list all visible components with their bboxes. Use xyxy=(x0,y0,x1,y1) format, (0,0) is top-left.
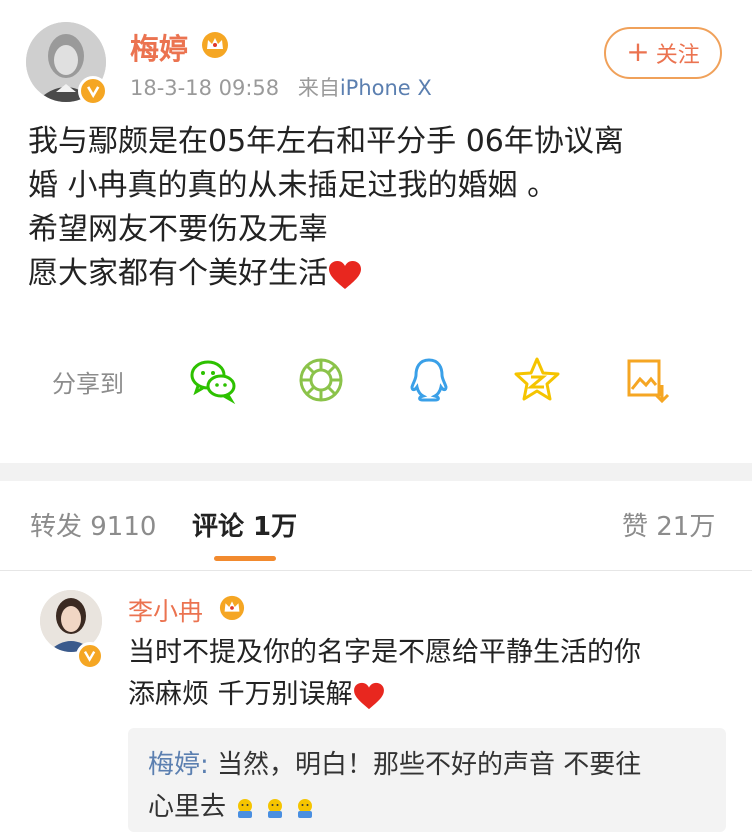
active-tab-indicator xyxy=(214,556,276,561)
doge-emoji-icon xyxy=(268,798,283,818)
section-divider xyxy=(0,463,752,481)
wechat-icon[interactable] xyxy=(188,355,238,405)
comment-line-last: 添麻烦 千万别误解 xyxy=(128,674,728,716)
commenter-name[interactable]: 李小冉 xyxy=(128,592,203,628)
save-image-icon[interactable] xyxy=(622,355,672,405)
post-time: 18-3-18 09:58 xyxy=(130,76,280,100)
post-source[interactable]: iPhone X xyxy=(340,76,432,100)
follow-button[interactable]: + 关注 xyxy=(604,27,722,79)
reply-body: 梅婷: 当然，明白！那些不好的声音 不要往 心里去 xyxy=(148,744,708,828)
moments-icon[interactable] xyxy=(296,355,346,405)
post-author-name[interactable]: 梅婷 xyxy=(130,26,188,68)
plus-icon: + xyxy=(626,34,650,68)
reply-line-text: 心里去 xyxy=(148,792,227,822)
tab-comments[interactable]: 评论 1万 xyxy=(192,506,297,543)
post-meta: 18-3-18 09:58 来自iPhone X xyxy=(130,72,432,102)
doge-emoji-icon xyxy=(238,798,253,818)
post-line-last: 愿大家都有个美好生活 xyxy=(28,252,728,296)
heart-emoji-icon xyxy=(329,260,361,289)
post-line: 我与鄢颇是在05年左右和平分手 06年协议离 xyxy=(28,124,624,159)
reply-author[interactable]: 梅婷: xyxy=(148,750,209,780)
post-body: 我与鄢颇是在05年左右和平分手 06年协议离 婚 小冉真的真的从未插足过我的婚姻… xyxy=(28,120,728,296)
post-source-prefix: 来自 xyxy=(297,76,340,100)
tab-repost[interactable]: 转发 9110 xyxy=(30,506,156,543)
comment-body: 当时不提及你的名字是不愿给平静生活的你 添麻烦 千万别误解 xyxy=(128,632,728,716)
tabs-divider xyxy=(0,570,752,571)
vip-crown-icon xyxy=(219,595,245,620)
reply-line: 梅婷: 当然，明白！那些不好的声音 不要往 xyxy=(148,744,708,786)
verified-badge-icon xyxy=(76,642,104,670)
share-label: 分享到 xyxy=(52,370,124,398)
vip-crown-icon xyxy=(202,32,228,58)
verified-badge-icon xyxy=(78,76,108,106)
qzone-icon[interactable] xyxy=(512,355,562,405)
post-line-text: 愿大家都有个美好生活 xyxy=(28,256,328,291)
qq-icon[interactable] xyxy=(404,355,454,405)
post-line: 希望网友不要伤及无辜 xyxy=(28,212,328,247)
follow-label: 关注 xyxy=(655,43,700,68)
doge-emoji-icon xyxy=(298,798,313,818)
reply-line-text: 当然，明白！那些不好的声音 不要往 xyxy=(208,750,642,780)
comment-line: 当时不提及你的名字是不愿给平静生活的你 xyxy=(128,637,641,668)
heart-emoji-icon xyxy=(353,682,384,709)
tab-likes[interactable]: 赞 21万 xyxy=(622,506,715,543)
reply-line: 心里去 xyxy=(148,786,708,828)
post-line: 婚 小冉真的真的从未插足过我的婚姻 。 xyxy=(28,168,558,203)
comment-line-text: 添麻烦 千万别误解 xyxy=(128,679,353,710)
